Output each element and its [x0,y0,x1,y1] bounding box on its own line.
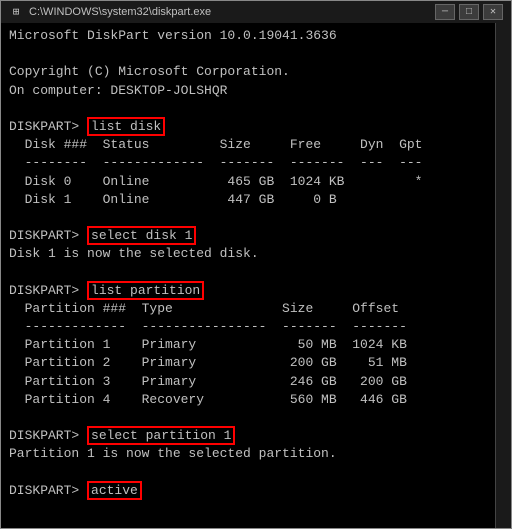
prompt5: DISKPART> [9,483,87,498]
cmd3-highlight: list partition [87,281,204,300]
table1-header: Disk ### Status Size Free Dyn Gpt [9,136,487,154]
cmd4-result: Partition 1 is now the selected partitio… [9,445,487,463]
main-area: Microsoft DiskPart version 10.0.19041.36… [1,23,511,528]
table2-sep: ------------- ---------------- ------- -… [9,318,487,336]
terminal[interactable]: Microsoft DiskPart version 10.0.19041.36… [1,23,495,528]
minimize-button[interactable]: ─ [435,4,455,20]
cmd1-line: DISKPART> list disk [9,118,487,136]
table1-row1: Disk 0 Online 465 GB 1024 KB * [9,173,487,191]
cmd2-result: Disk 1 is now the selected disk. [9,245,487,263]
line-blank6 [9,464,487,482]
cmd4-highlight: select partition 1 [87,426,235,445]
line-blank5 [9,409,487,427]
prompt2: DISKPART> [9,228,87,243]
close-button[interactable]: ✕ [483,4,503,20]
prompt3: DISKPART> [9,283,87,298]
cmd4-line: DISKPART> select partition 1 [9,427,487,445]
cmd3-line: DISKPART> list partition [9,282,487,300]
line-blank [9,45,487,63]
window: ⊞ C:\WINDOWS\system32\diskpart.exe ─ □ ✕… [0,0,512,529]
line-blank4 [9,263,487,281]
title-bar-left: ⊞ C:\WINDOWS\system32\diskpart.exe [9,5,211,19]
cmd5-highlight: active [87,481,142,500]
cmd2-highlight: select disk 1 [87,226,196,245]
line-blank2 [9,100,487,118]
prompt4: DISKPART> [9,428,87,443]
cmd1-highlight: list disk [87,117,165,136]
title-text: C:\WINDOWS\system32\diskpart.exe [29,6,211,18]
table2-row3: Partition 3 Primary 246 GB 200 GB [9,373,487,391]
cmd1-text: list disk [91,119,161,134]
table2-row4: Partition 4 Recovery 560 MB 446 GB [9,391,487,409]
title-bar-buttons: ─ □ ✕ [435,4,503,20]
cmd2-line: DISKPART> select disk 1 [9,227,487,245]
table1-row2: Disk 1 Online 447 GB 0 B [9,191,487,209]
cmd3-text: list partition [91,283,200,298]
line-computer: On computer: DESKTOP-JOLSHQR [9,82,487,100]
terminal-icon: ⊞ [9,5,23,19]
prompt1: DISKPART> [9,119,87,134]
table2-row1: Partition 1 Primary 50 MB 1024 KB [9,336,487,354]
cmd5-line: DISKPART> active [9,482,487,500]
cmd5-text: active [91,483,138,498]
cmd4-text: select partition 1 [91,428,231,443]
scrollbar[interactable] [495,23,511,528]
line-version: Microsoft DiskPart version 10.0.19041.36… [9,27,487,45]
line-copyright: Copyright (C) Microsoft Corporation. [9,63,487,81]
cmd2-text: select disk 1 [91,228,192,243]
table1-sep: -------- ------------- ------- ------- -… [9,154,487,172]
line-blank3 [9,209,487,227]
title-bar: ⊞ C:\WINDOWS\system32\diskpart.exe ─ □ ✕ [1,1,511,23]
table2-header: Partition ### Type Size Offset [9,300,487,318]
table2-row2: Partition 2 Primary 200 GB 51 MB [9,354,487,372]
maximize-button[interactable]: □ [459,4,479,20]
